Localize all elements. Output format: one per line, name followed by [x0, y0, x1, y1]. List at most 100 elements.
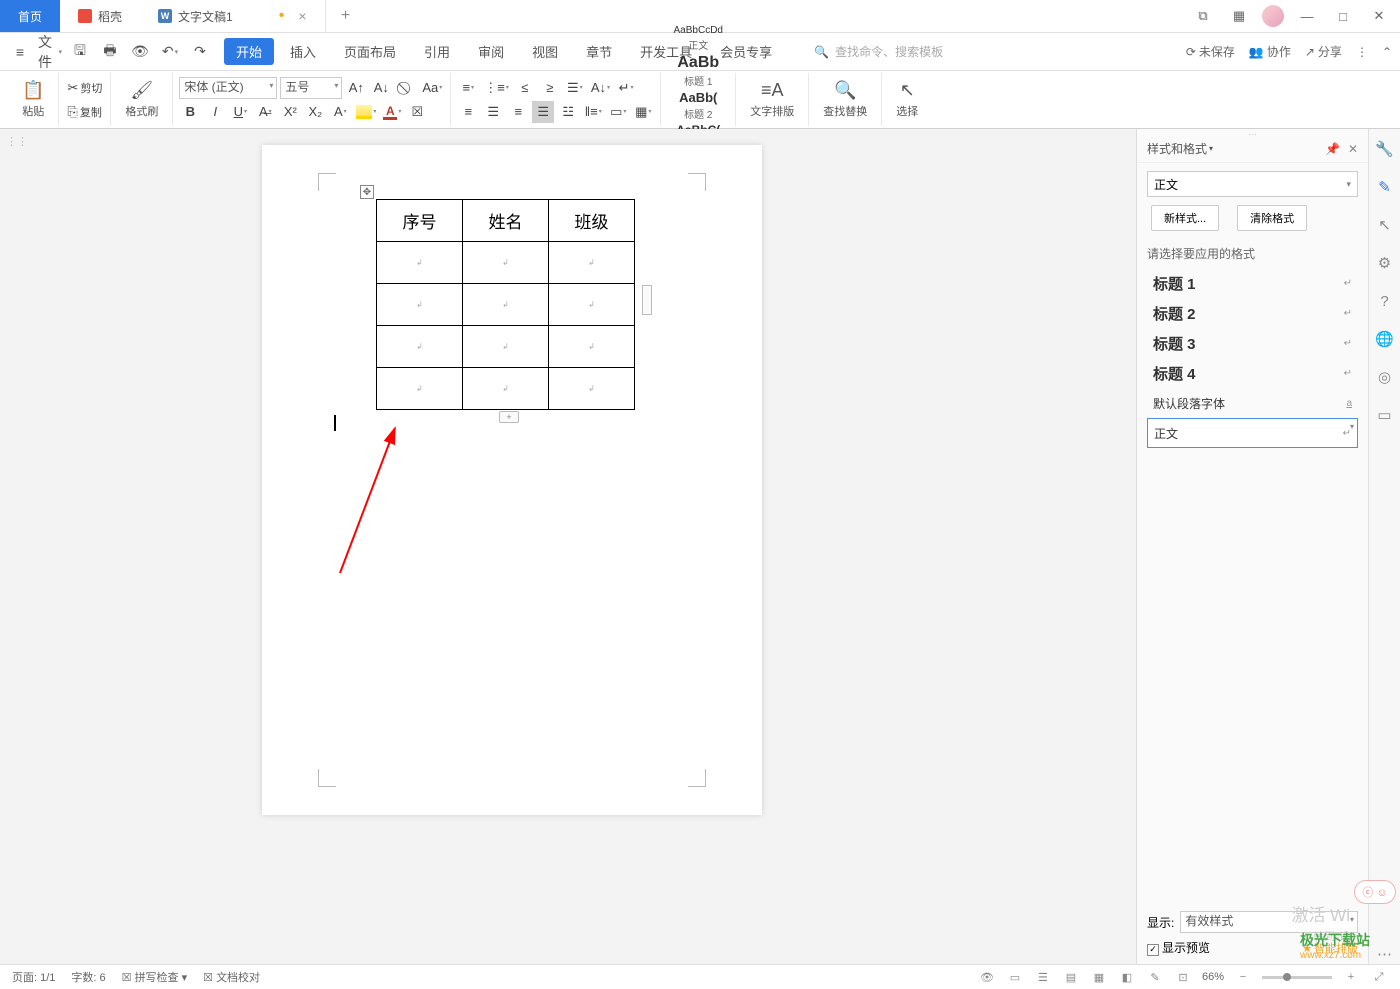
italic-button[interactable]: I — [204, 101, 226, 123]
format-painter-button[interactable]: 🖌格式刷 — [117, 73, 166, 126]
more-menu-icon[interactable]: ⋮ — [1356, 45, 1368, 59]
preview-checkbox[interactable]: ✓显示预览 — [1147, 939, 1210, 956]
tab-home[interactable]: 首页 — [0, 0, 60, 32]
style-item-h1[interactable]: 标题 1↵ — [1147, 268, 1358, 298]
zoom-in-button[interactable]: + — [1342, 968, 1360, 986]
highlight-button[interactable] — [354, 101, 378, 123]
shrink-font-button[interactable]: A↓ — [370, 77, 392, 99]
page-view-icon[interactable]: ☰ — [1034, 968, 1052, 986]
help-icon[interactable]: ? — [1375, 291, 1395, 311]
multilevel-button[interactable]: ☰ — [564, 77, 586, 99]
increase-indent-button[interactable]: ≥ — [539, 77, 561, 99]
focus-view-icon[interactable]: ◧ — [1118, 968, 1136, 986]
web-view-icon[interactable]: ▦ — [1090, 968, 1108, 986]
table-header-3[interactable]: 班级 — [549, 200, 635, 242]
style-normal[interactable]: AaBbCcDd正文 — [667, 24, 729, 53]
spellcheck-toggle[interactable]: ☒ 拼写检查 ▾ — [122, 969, 188, 985]
tab-insert[interactable]: 插入 — [278, 38, 328, 65]
distribute-button[interactable]: ☳ — [557, 101, 579, 123]
more-tools-icon[interactable]: ⋯ — [1375, 944, 1395, 964]
reading-view-icon[interactable]: ▭ — [1006, 968, 1024, 986]
style-h2[interactable]: AaBb(标题 2 — [667, 89, 729, 122]
style-h1[interactable]: AaBb标题 1 — [667, 53, 729, 89]
minimize-button[interactable]: — — [1294, 3, 1320, 29]
pencil-icon[interactable]: ✎ — [1375, 177, 1395, 197]
redo-button[interactable]: ↷ — [188, 41, 212, 63]
sort-button[interactable]: A↓ — [589, 77, 612, 99]
screen-icon[interactable]: ▭ — [1375, 405, 1395, 425]
align-center-button[interactable]: ☰ — [482, 101, 504, 123]
line-spacing-button[interactable]: ‖≡ — [582, 101, 604, 123]
maximize-button[interactable]: □ — [1330, 3, 1356, 29]
bullets-button[interactable]: ≡ — [457, 77, 479, 99]
fullscreen-icon[interactable]: ⤢ — [1370, 968, 1388, 986]
style-gallery[interactable]: AaBbCcDd正文 AaBb标题 1 AaBb(标题 2 AaBbC(标题 3… — [661, 73, 736, 126]
wrench-icon[interactable]: 🔧 — [1375, 139, 1395, 159]
justify-button[interactable]: ☰ — [532, 101, 554, 123]
font-color-button[interactable]: A — [381, 101, 403, 123]
font-name-select[interactable]: 宋体 (正文) — [179, 77, 277, 99]
shading-button[interactable]: ▭ — [607, 101, 629, 123]
word-count[interactable]: 字数: 6 — [71, 969, 105, 985]
decrease-indent-button[interactable]: ≤ — [514, 77, 536, 99]
window-mode-icon[interactable]: ⧉ — [1190, 3, 1216, 29]
outline-view-icon[interactable]: ▤ — [1062, 968, 1080, 986]
superscript-button[interactable]: X² — [279, 101, 301, 123]
collab-button[interactable]: 👥协作 — [1249, 43, 1291, 60]
style-item-h3[interactable]: 标题 3↵ — [1147, 328, 1358, 358]
document-canvas[interactable]: ⋮⋮ ✥ 序号姓名班级 ↲↲↲ ↲↲↲ ↲↲↲ ↲↲↲ + — [0, 129, 1136, 964]
table-cell[interactable]: ↲ — [377, 242, 463, 284]
close-window-button[interactable]: ✕ — [1366, 3, 1392, 29]
zoom-out-button[interactable]: − — [1234, 968, 1252, 986]
table-header-1[interactable]: 序号 — [377, 200, 463, 242]
tab-marks-button[interactable]: ↵ — [615, 77, 637, 99]
tab-review[interactable]: 审阅 — [466, 38, 516, 65]
command-search[interactable]: 查找命令、搜索模板 — [814, 43, 943, 60]
bold-button[interactable]: B — [179, 101, 201, 123]
undo-button[interactable]: ↶ — [158, 41, 182, 63]
copy-button[interactable]: ⎘复制 — [65, 101, 103, 123]
save-icon[interactable]: 🖫 — [68, 41, 92, 63]
new-tab-button[interactable]: + — [326, 0, 366, 32]
file-menu[interactable]: 文件 — [38, 41, 62, 63]
doc-proof-toggle[interactable]: ☒ 文档校对 — [203, 969, 260, 985]
apps-icon[interactable]: ▦ — [1226, 3, 1252, 29]
share-button[interactable]: ↗分享 — [1305, 43, 1342, 60]
style-item-default-font[interactable]: 默认段落字体a — [1147, 388, 1358, 418]
tab-view[interactable]: 视图 — [520, 38, 570, 65]
cut-button[interactable]: ✂剪切 — [65, 77, 104, 99]
pin-icon[interactable]: 📌 — [1325, 142, 1340, 156]
tab-document[interactable]: W 文字文稿1 • × — [140, 0, 325, 32]
tab-docshell[interactable]: 稻壳 — [60, 0, 140, 32]
style-item-h4[interactable]: 标题 4↵ — [1147, 358, 1358, 388]
pointer-icon[interactable]: ↖ — [1375, 215, 1395, 235]
style-item-normal[interactable]: 正文↵ — [1147, 418, 1358, 448]
print-preview-icon[interactable]: 👁 — [128, 41, 152, 63]
new-style-button[interactable]: 新样式... — [1151, 205, 1219, 231]
clear-format-button[interactable]: ⃠ — [395, 77, 417, 99]
paste-button[interactable]: 📋粘贴 — [14, 73, 52, 126]
document-table[interactable]: 序号姓名班级 ↲↲↲ ↲↲↲ ↲↲↲ ↲↲↲ — [376, 199, 635, 410]
print-icon[interactable]: 🖶 — [98, 41, 122, 63]
table-add-row-button[interactable]: + — [499, 411, 519, 423]
adjust-icon[interactable]: ⚙ — [1375, 253, 1395, 273]
phonetic-button[interactable]: ☒ — [406, 101, 428, 123]
fit-page-icon[interactable]: ⊡ — [1174, 968, 1192, 986]
align-left-button[interactable]: ≡ — [457, 101, 479, 123]
strikethrough-button[interactable]: A̶ — [254, 101, 276, 123]
align-right-button[interactable]: ≡ — [507, 101, 529, 123]
target-icon[interactable]: ◎ — [1375, 367, 1395, 387]
user-avatar[interactable] — [1262, 5, 1284, 27]
select-button[interactable]: ↖选择 — [888, 73, 926, 126]
tab-pagelayout[interactable]: 页面布局 — [332, 38, 408, 65]
collapse-ribbon-icon[interactable]: ⌃ — [1382, 45, 1392, 59]
text-layout-button[interactable]: ≡A文字排版 — [742, 73, 802, 126]
current-style-select[interactable]: 正文 — [1147, 171, 1358, 197]
borders-button[interactable]: ▦ — [632, 101, 654, 123]
underline-button[interactable]: U — [229, 101, 251, 123]
change-case-button[interactable]: Aa — [420, 77, 444, 99]
menu-icon[interactable]: ≡ — [8, 41, 32, 63]
tab-start[interactable]: 开始 — [224, 38, 274, 65]
grip-icon[interactable]: ⋮⋮ — [6, 135, 28, 148]
table-move-handle[interactable]: ✥ — [360, 185, 374, 199]
